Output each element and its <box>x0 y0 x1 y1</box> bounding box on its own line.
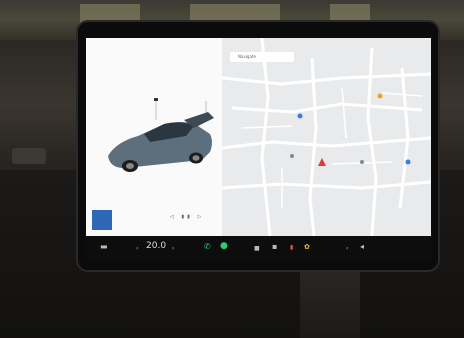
camera-icon[interactable]: ● <box>220 241 228 251</box>
current-location-marker[interactable] <box>318 158 326 166</box>
temp-arrows-icon[interactable]: › <box>172 245 174 252</box>
road <box>222 136 431 150</box>
rear-rim <box>192 155 200 161</box>
touchscreen[interactable]: ◁ ▮▮ ▷ Navigate <box>86 38 431 236</box>
road <box>398 67 410 209</box>
car-3d-model <box>108 98 214 172</box>
air-vent <box>12 148 46 164</box>
app-icon[interactable]: ▮ <box>290 244 293 251</box>
poi-pin[interactable] <box>290 154 294 158</box>
chevron-left-icon[interactable]: ‹ <box>346 245 348 252</box>
road <box>260 38 272 236</box>
calendar-icon[interactable]: ▪ <box>272 242 277 251</box>
poi-pin[interactable] <box>377 93 383 99</box>
minor-road <box>241 125 293 129</box>
screen-mount <box>300 262 360 338</box>
temp-arrows-icon[interactable]: ‹ <box>136 245 138 252</box>
navigate-search-input[interactable]: Navigate <box>230 52 294 62</box>
frunk-marker <box>154 98 158 101</box>
navigation-map[interactable]: Navigate <box>222 38 431 236</box>
apps-icon[interactable]: ✿ <box>304 243 310 251</box>
minor-road <box>341 87 347 139</box>
album-art[interactable] <box>92 210 112 230</box>
road <box>231 102 423 114</box>
road <box>308 57 318 236</box>
bottom-taskbar: ▬ ‹ 20.0 › ✆ ● ■ ▪ ▮ ✿ ‹ ◂ <box>86 236 431 262</box>
media-controls[interactable]: ◁ ▮▮ ▷ <box>170 214 204 220</box>
volume-icon[interactable]: ◂ <box>360 242 364 251</box>
map-roads <box>222 38 431 236</box>
road <box>222 180 431 190</box>
app-icon[interactable]: ■ <box>254 245 260 252</box>
front-rim <box>126 163 134 169</box>
road <box>222 72 431 86</box>
minor-road <box>381 92 423 97</box>
car-status-pane[interactable]: ◁ ▮▮ ▷ <box>86 38 222 236</box>
media-player[interactable]: ◁ ▮▮ ▷ <box>92 210 220 232</box>
poi-pin[interactable] <box>405 159 411 165</box>
car-interior-photo: ◁ ▮▮ ▷ Navigate ▬ ‹ 20.0 › ✆ ● ■ ▪ ▮ ✿ ‹… <box>0 0 464 338</box>
poi-pin[interactable] <box>360 160 364 164</box>
poi-pin[interactable] <box>297 113 303 119</box>
cabin-temperature[interactable]: 20.0 <box>146 241 166 251</box>
phone-icon[interactable]: ✆ <box>204 242 211 251</box>
car-icon[interactable]: ▬ <box>100 242 108 251</box>
